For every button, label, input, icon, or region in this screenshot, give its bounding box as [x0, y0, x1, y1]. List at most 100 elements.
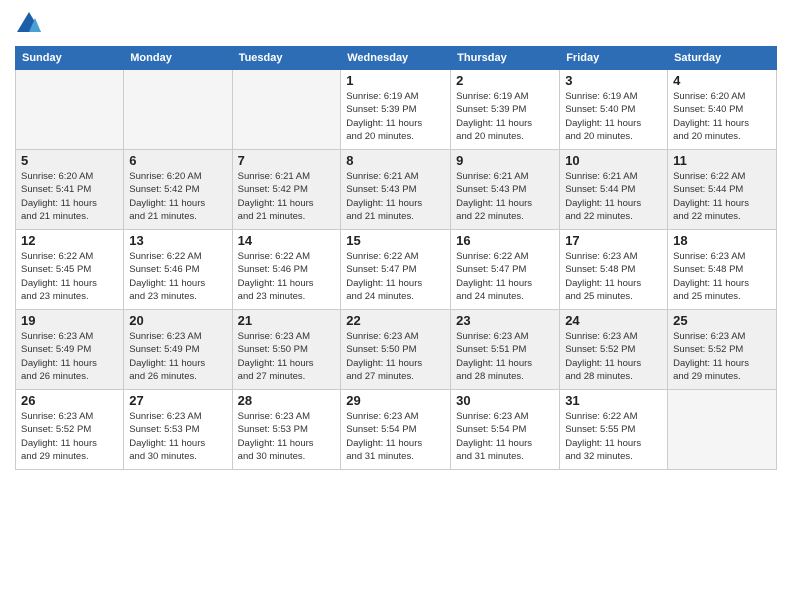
weekday-header: Saturday	[668, 47, 777, 70]
day-info: Sunrise: 6:23 AM Sunset: 5:53 PM Dayligh…	[238, 410, 336, 463]
day-info: Sunrise: 6:22 AM Sunset: 5:45 PM Dayligh…	[21, 250, 118, 303]
calendar-cell: 26 Sunrise: 6:23 AM Sunset: 5:52 PM Dayli…	[16, 390, 124, 470]
day-number: 25	[673, 313, 771, 328]
logo	[15, 10, 47, 38]
calendar-cell: 19 Sunrise: 6:23 AM Sunset: 5:49 PM Dayli…	[16, 310, 124, 390]
calendar-cell	[16, 70, 124, 150]
calendar-row: 26 Sunrise: 6:23 AM Sunset: 5:52 PM Dayli…	[16, 390, 777, 470]
day-number: 15	[346, 233, 445, 248]
calendar-cell	[668, 390, 777, 470]
day-number: 22	[346, 313, 445, 328]
calendar-header-row: SundayMondayTuesdayWednesdayThursdayFrid…	[16, 47, 777, 70]
day-info: Sunrise: 6:23 AM Sunset: 5:52 PM Dayligh…	[565, 330, 662, 383]
day-number: 21	[238, 313, 336, 328]
day-info: Sunrise: 6:21 AM Sunset: 5:43 PM Dayligh…	[346, 170, 445, 223]
day-number: 2	[456, 73, 554, 88]
weekday-header: Thursday	[451, 47, 560, 70]
day-number: 10	[565, 153, 662, 168]
day-info: Sunrise: 6:23 AM Sunset: 5:48 PM Dayligh…	[565, 250, 662, 303]
day-info: Sunrise: 6:21 AM Sunset: 5:43 PM Dayligh…	[456, 170, 554, 223]
day-info: Sunrise: 6:21 AM Sunset: 5:44 PM Dayligh…	[565, 170, 662, 223]
calendar-cell: 21Sunrise: 6:23 AM Sunset: 5:50 PM Dayli…	[232, 310, 341, 390]
calendar-cell: 20 Sunrise: 6:23 AM Sunset: 5:49 PM Dayli…	[124, 310, 232, 390]
day-number: 14	[238, 233, 336, 248]
day-number: 29	[346, 393, 445, 408]
day-number: 23	[456, 313, 554, 328]
day-number: 16	[456, 233, 554, 248]
calendar-cell: 3Sunrise: 6:19 AM Sunset: 5:40 PM Daylig…	[560, 70, 668, 150]
calendar-cell: 18 Sunrise: 6:23 AM Sunset: 5:48 PM Dayli…	[668, 230, 777, 310]
day-number: 27	[129, 393, 226, 408]
page: SundayMondayTuesdayWednesdayThursdayFrid…	[0, 0, 792, 612]
day-info: Sunrise: 6:23 AM Sunset: 5:53 PM Dayligh…	[129, 410, 226, 463]
calendar-cell: 6 Sunrise: 6:20 AM Sunset: 5:42 PM Daylig…	[124, 150, 232, 230]
calendar-cell: 23 Sunrise: 6:23 AM Sunset: 5:51 PM Dayli…	[451, 310, 560, 390]
day-info: Sunrise: 6:21 AM Sunset: 5:42 PM Dayligh…	[238, 170, 336, 223]
calendar-row: 1Sunrise: 6:19 AM Sunset: 5:39 PM Daylig…	[16, 70, 777, 150]
day-number: 11	[673, 153, 771, 168]
day-number: 30	[456, 393, 554, 408]
day-number: 6	[129, 153, 226, 168]
calendar-cell: 1Sunrise: 6:19 AM Sunset: 5:39 PM Daylig…	[341, 70, 451, 150]
calendar-cell: 28 Sunrise: 6:23 AM Sunset: 5:53 PM Dayli…	[232, 390, 341, 470]
day-number: 7	[238, 153, 336, 168]
day-info: Sunrise: 6:20 AM Sunset: 5:41 PM Dayligh…	[21, 170, 118, 223]
calendar-cell: 30 Sunrise: 6:23 AM Sunset: 5:54 PM Dayli…	[451, 390, 560, 470]
calendar-cell: 12 Sunrise: 6:22 AM Sunset: 5:45 PM Dayli…	[16, 230, 124, 310]
calendar-cell: 24Sunrise: 6:23 AM Sunset: 5:52 PM Dayli…	[560, 310, 668, 390]
day-info: Sunrise: 6:23 AM Sunset: 5:52 PM Dayligh…	[21, 410, 118, 463]
calendar-table: SundayMondayTuesdayWednesdayThursdayFrid…	[15, 46, 777, 470]
calendar-cell: 16 Sunrise: 6:22 AM Sunset: 5:47 PM Dayli…	[451, 230, 560, 310]
day-info: Sunrise: 6:23 AM Sunset: 5:49 PM Dayligh…	[21, 330, 118, 383]
day-number: 19	[21, 313, 118, 328]
calendar-cell: 13Sunrise: 6:22 AM Sunset: 5:46 PM Dayli…	[124, 230, 232, 310]
calendar-cell: 4Sunrise: 6:20 AM Sunset: 5:40 PM Daylig…	[668, 70, 777, 150]
calendar-cell	[124, 70, 232, 150]
day-number: 18	[673, 233, 771, 248]
day-number: 20	[129, 313, 226, 328]
day-info: Sunrise: 6:23 AM Sunset: 5:54 PM Dayligh…	[346, 410, 445, 463]
calendar-cell: 17Sunrise: 6:23 AM Sunset: 5:48 PM Dayli…	[560, 230, 668, 310]
day-number: 9	[456, 153, 554, 168]
day-info: Sunrise: 6:23 AM Sunset: 5:50 PM Dayligh…	[346, 330, 445, 383]
calendar-cell: 9 Sunrise: 6:21 AM Sunset: 5:43 PM Daylig…	[451, 150, 560, 230]
calendar-cell: 31 Sunrise: 6:22 AM Sunset: 5:55 PM Dayli…	[560, 390, 668, 470]
header	[15, 10, 777, 38]
day-info: Sunrise: 6:23 AM Sunset: 5:48 PM Dayligh…	[673, 250, 771, 303]
day-number: 3	[565, 73, 662, 88]
calendar-cell: 2 Sunrise: 6:19 AM Sunset: 5:39 PM Daylig…	[451, 70, 560, 150]
day-info: Sunrise: 6:22 AM Sunset: 5:55 PM Dayligh…	[565, 410, 662, 463]
logo-icon	[15, 10, 43, 38]
day-info: Sunrise: 6:19 AM Sunset: 5:39 PM Dayligh…	[346, 90, 445, 143]
day-number: 28	[238, 393, 336, 408]
day-info: Sunrise: 6:22 AM Sunset: 5:47 PM Dayligh…	[456, 250, 554, 303]
day-number: 5	[21, 153, 118, 168]
calendar-cell: 5 Sunrise: 6:20 AM Sunset: 5:41 PM Daylig…	[16, 150, 124, 230]
weekday-header: Sunday	[16, 47, 124, 70]
day-number: 31	[565, 393, 662, 408]
calendar-cell: 25Sunrise: 6:23 AM Sunset: 5:52 PM Dayli…	[668, 310, 777, 390]
calendar-cell: 11Sunrise: 6:22 AM Sunset: 5:44 PM Dayli…	[668, 150, 777, 230]
day-info: Sunrise: 6:19 AM Sunset: 5:39 PM Dayligh…	[456, 90, 554, 143]
calendar-cell: 27 Sunrise: 6:23 AM Sunset: 5:53 PM Dayli…	[124, 390, 232, 470]
calendar-cell: 8 Sunrise: 6:21 AM Sunset: 5:43 PM Daylig…	[341, 150, 451, 230]
calendar-cell: 29 Sunrise: 6:23 AM Sunset: 5:54 PM Dayli…	[341, 390, 451, 470]
day-number: 4	[673, 73, 771, 88]
weekday-header: Tuesday	[232, 47, 341, 70]
calendar-cell	[232, 70, 341, 150]
day-number: 26	[21, 393, 118, 408]
weekday-header: Wednesday	[341, 47, 451, 70]
calendar-cell: 7 Sunrise: 6:21 AM Sunset: 5:42 PM Daylig…	[232, 150, 341, 230]
day-info: Sunrise: 6:22 AM Sunset: 5:47 PM Dayligh…	[346, 250, 445, 303]
day-info: Sunrise: 6:23 AM Sunset: 5:51 PM Dayligh…	[456, 330, 554, 383]
day-info: Sunrise: 6:22 AM Sunset: 5:46 PM Dayligh…	[129, 250, 226, 303]
day-info: Sunrise: 6:22 AM Sunset: 5:46 PM Dayligh…	[238, 250, 336, 303]
day-number: 8	[346, 153, 445, 168]
calendar-cell: 14 Sunrise: 6:22 AM Sunset: 5:46 PM Dayli…	[232, 230, 341, 310]
calendar-cell: 10 Sunrise: 6:21 AM Sunset: 5:44 PM Dayli…	[560, 150, 668, 230]
calendar-row: 12 Sunrise: 6:22 AM Sunset: 5:45 PM Dayli…	[16, 230, 777, 310]
day-info: Sunrise: 6:20 AM Sunset: 5:42 PM Dayligh…	[129, 170, 226, 223]
day-number: 12	[21, 233, 118, 248]
day-info: Sunrise: 6:23 AM Sunset: 5:49 PM Dayligh…	[129, 330, 226, 383]
day-info: Sunrise: 6:23 AM Sunset: 5:54 PM Dayligh…	[456, 410, 554, 463]
